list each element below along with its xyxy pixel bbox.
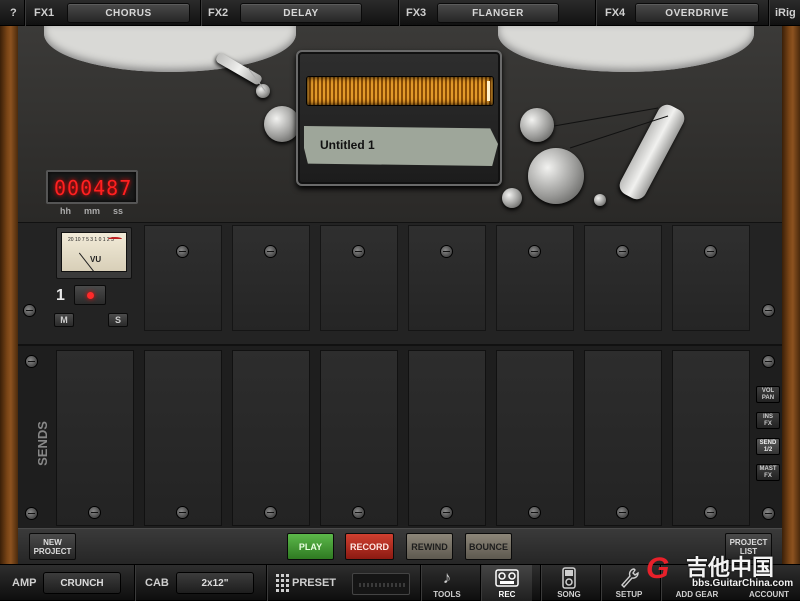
cab-label: CAB — [145, 577, 169, 589]
screw — [763, 356, 774, 367]
track-slot[interactable] — [584, 225, 662, 331]
send-slot[interactable] — [56, 350, 134, 526]
amp-label: AMP — [12, 577, 37, 589]
tab-tools[interactable]: ♪ TOOLS — [422, 565, 472, 601]
sends-section: SENDS VOL PAN INS FX SEND 1/2 MAST FX — [18, 344, 782, 528]
wood-side-right — [782, 26, 800, 564]
brand-label: iRig — [775, 7, 796, 19]
send-slot[interactable] — [232, 350, 310, 526]
wrench-icon — [621, 568, 639, 589]
screw — [26, 356, 37, 367]
send-slot[interactable] — [584, 350, 662, 526]
fx4-label: FX4 — [605, 7, 626, 19]
vol-pan-button[interactable]: VOL PAN — [756, 386, 780, 403]
track1-solo-button[interactable]: S — [108, 313, 128, 327]
track1-mute-button[interactable]: M — [54, 313, 74, 327]
track-slot[interactable] — [144, 225, 222, 331]
send-1-2-button[interactable]: SEND 1/2 — [756, 438, 780, 455]
send-slot[interactable] — [144, 350, 222, 526]
project-name[interactable]: Untitled 1 — [320, 138, 375, 152]
head-window: Untitled 1 — [296, 50, 502, 186]
mast-fx-button[interactable]: MAST FX — [756, 464, 780, 481]
fx3-label: FX3 — [406, 7, 427, 19]
track-slot[interactable] — [672, 225, 750, 331]
track-strip-row: 20 10 7 5 3 1 0 1 2 3 VU 1 M S — [18, 222, 782, 344]
sends-label: SENDS — [34, 421, 50, 466]
screw — [26, 508, 37, 519]
tape-recorder-icon — [495, 569, 519, 587]
guitarchina-logo: G — [646, 552, 670, 585]
fx1-select-button[interactable]: CHORUS — [67, 3, 190, 23]
time-counter-digits: 000487 — [54, 176, 133, 200]
track-slot[interactable] — [408, 225, 486, 331]
fx-bar: ? FX1 CHORUS FX2 DELAY FX3 FLANGER FX4 O… — [0, 0, 800, 26]
track-slot[interactable] — [232, 225, 310, 331]
play-button[interactable]: PLAY — [287, 533, 334, 560]
screw — [763, 508, 774, 519]
input-level-meter — [306, 76, 494, 106]
fx4-select-button[interactable]: OVERDRIVE — [635, 3, 759, 23]
track1-record-arm-button[interactable] — [74, 285, 106, 305]
screw — [24, 305, 35, 316]
preset-label: PRESET — [292, 577, 337, 589]
rewind-button[interactable]: REWIND — [406, 533, 453, 560]
fx3-select-button[interactable]: FLANGER — [437, 3, 559, 23]
vu-label: VU — [90, 255, 102, 264]
tape-deck: Untitled 1 000487 hh mm ss — [18, 26, 782, 222]
track1-number: 1 — [56, 287, 65, 304]
help-button[interactable]: ? — [10, 0, 17, 26]
track-slot[interactable] — [496, 225, 574, 331]
preset-display[interactable] — [352, 573, 410, 595]
counter-unit-seconds: ss — [113, 206, 124, 216]
cab-select-button[interactable]: 2x12" — [176, 572, 254, 594]
time-counter: 000487 — [46, 170, 138, 204]
ins-fx-button[interactable]: INS FX — [756, 412, 780, 429]
guitar-icon: ♪ — [442, 568, 452, 587]
fx1-label: FX1 — [34, 7, 55, 19]
record-arm-led — [87, 292, 94, 299]
send-slot[interactable] — [672, 350, 750, 526]
fx2-label: FX2 — [208, 7, 229, 19]
bounce-button[interactable]: BOUNCE — [465, 533, 512, 560]
send-slot[interactable] — [408, 350, 486, 526]
ipod-icon — [562, 567, 576, 589]
new-project-button[interactable]: NEW PROJECT — [29, 533, 76, 560]
tab-song[interactable]: SONG — [544, 565, 594, 601]
track1-vu-meter: 20 10 7 5 3 1 0 1 2 3 VU — [56, 227, 132, 279]
send-slot[interactable] — [496, 350, 574, 526]
screw — [763, 305, 774, 316]
amp-select-button[interactable]: CRUNCH — [43, 572, 121, 594]
wood-side-left — [0, 26, 18, 564]
tab-rec[interactable]: REC — [482, 565, 532, 601]
send-slot[interactable] — [320, 350, 398, 526]
watermark-url: bbs.GuitarChina.com — [692, 578, 794, 589]
fx2-select-button[interactable]: DELAY — [240, 3, 362, 23]
vu-scale: 20 10 7 5 3 1 0 1 2 3 — [68, 237, 114, 243]
track-slot[interactable] — [320, 225, 398, 331]
watermark: G 吉他中国 bbs.GuitarChina.com — [646, 548, 800, 600]
counter-unit-hours: hh — [60, 206, 71, 216]
preset-button[interactable]: PRESET — [272, 565, 342, 601]
preset-grid-icon — [276, 574, 289, 592]
counter-unit-minutes: mm — [84, 206, 101, 216]
record-button[interactable]: RECORD — [345, 533, 394, 560]
